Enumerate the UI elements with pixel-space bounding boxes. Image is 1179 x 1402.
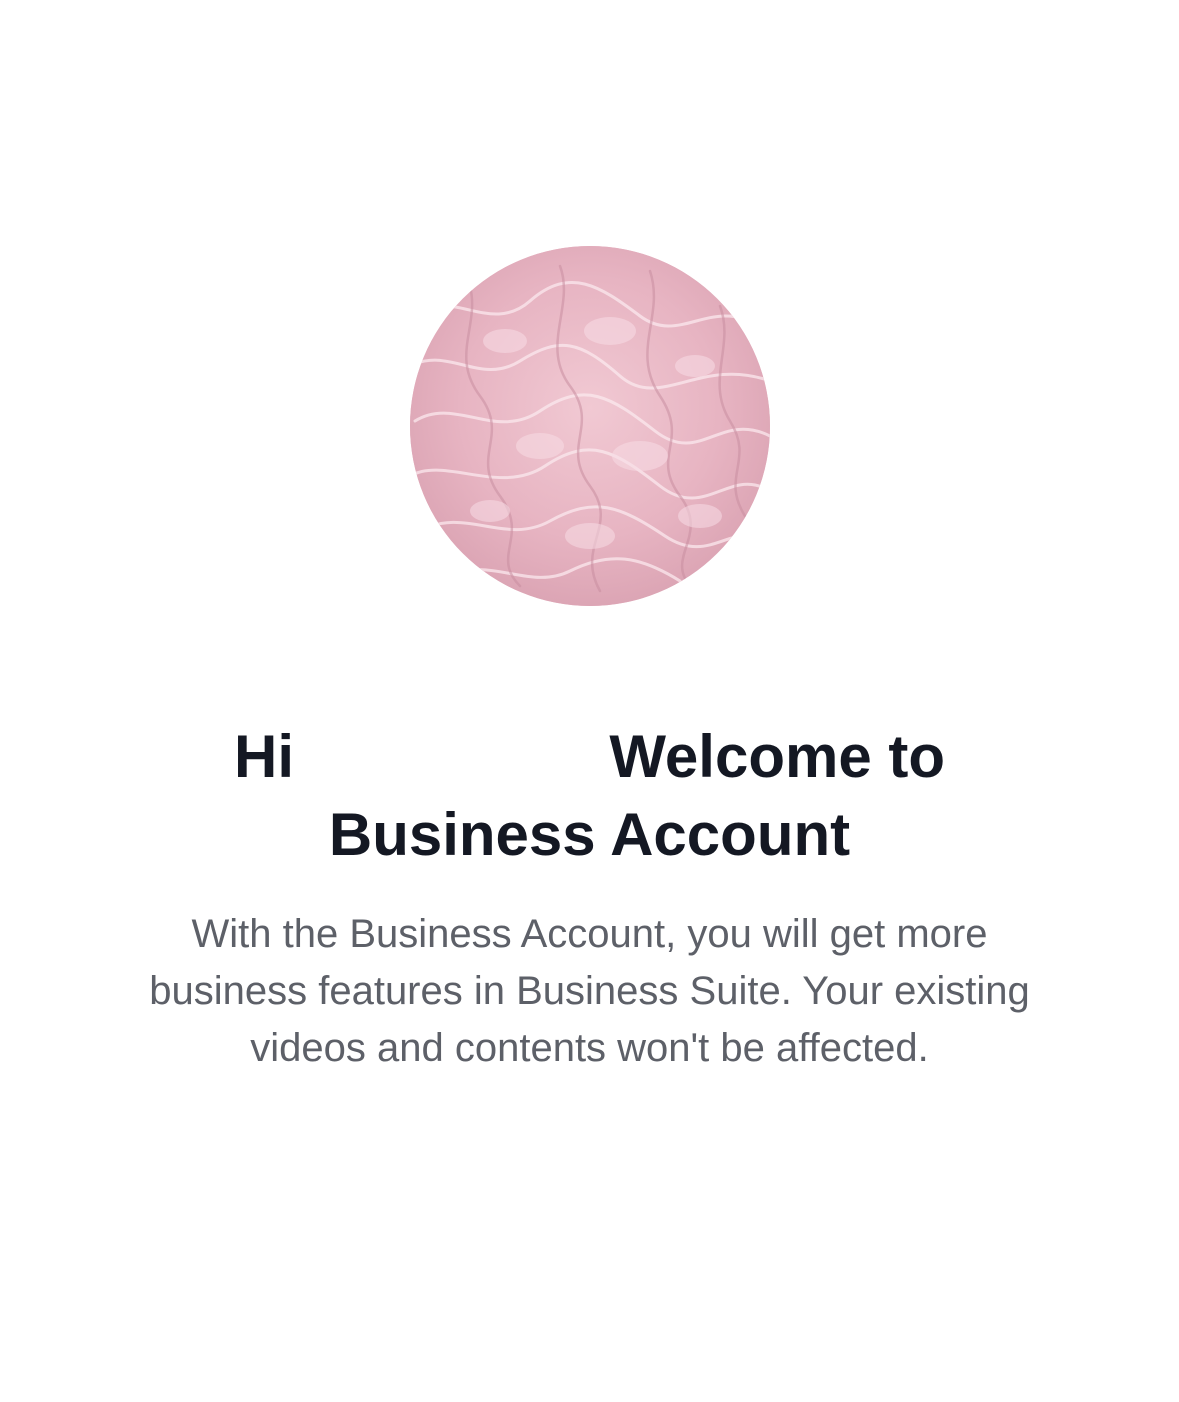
welcome-title-prefix: Hi [234,723,295,790]
welcome-description: With the Business Account, you will get … [149,912,1030,1070]
redacted-username [310,733,593,783]
business-account-welcome-screen: Hi Welcome to Business Account With the … [0,0,1179,1402]
welcome-title: Hi Welcome to Business Account [100,718,1079,874]
profile-avatar [410,246,770,606]
water-ripple-image [410,246,770,606]
